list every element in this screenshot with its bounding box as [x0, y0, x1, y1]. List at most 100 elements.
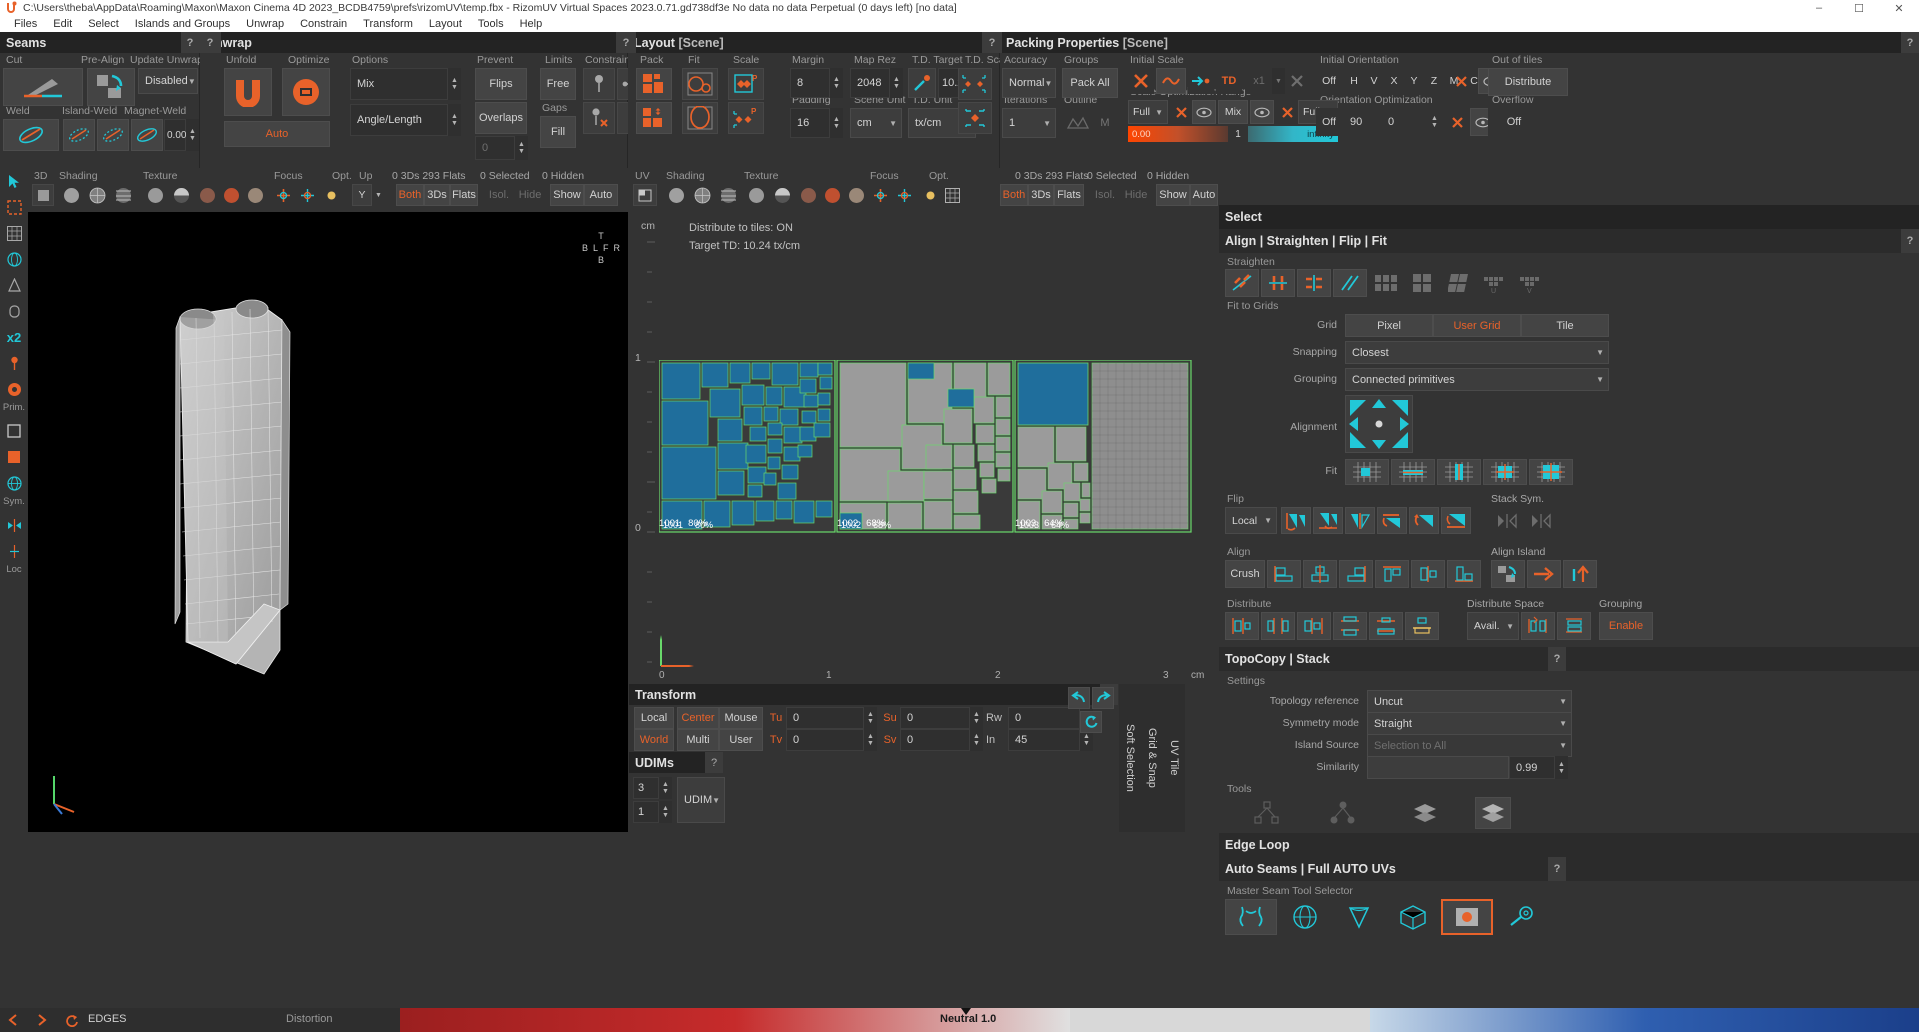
- seam-tool-organic-button[interactable]: [1225, 899, 1277, 935]
- texture-alt-icon[interactable]: [244, 184, 266, 206]
- outline-m-button[interactable]: M: [1094, 108, 1116, 138]
- padding-value[interactable]: 16: [790, 108, 830, 138]
- snapping-select[interactable]: Closest ▼: [1345, 341, 1609, 364]
- viewport-uv[interactable]: cm Distribute to tiles: ON Target TD: 10…: [629, 212, 1218, 682]
- unwrap-help-button[interactable]: ?: [199, 32, 221, 53]
- transform-su-value[interactable]: 0: [900, 707, 970, 729]
- stack-layers-icon[interactable]: [1407, 797, 1443, 829]
- fit-horizontal-button[interactable]: [1391, 459, 1435, 485]
- scene-unit-select[interactable]: cm ▼: [850, 108, 902, 138]
- distribute-middle-button[interactable]: [1369, 612, 1403, 640]
- menu-transform[interactable]: Transform: [355, 18, 421, 30]
- flip-v-button[interactable]: [1313, 507, 1343, 534]
- transform-tu-stepper[interactable]: ▲ ▼: [864, 707, 877, 729]
- auto-unwrap-button[interactable]: Auto: [224, 121, 330, 147]
- view-label-r[interactable]: R: [614, 242, 621, 254]
- flip-h-button[interactable]: [1281, 507, 1311, 534]
- td-pick-button[interactable]: [908, 68, 936, 98]
- orientation-axis-x[interactable]: X: [1384, 68, 1404, 94]
- straighten-v-button[interactable]: V: [1513, 269, 1547, 297]
- view3d-mode-button[interactable]: [32, 184, 54, 206]
- iterations-select[interactable]: 1 ▼: [1002, 108, 1056, 138]
- overflow-value-button[interactable]: Off: [1488, 108, 1540, 136]
- uv-grid-icon[interactable]: [941, 184, 963, 206]
- range-left-eye-button[interactable]: [1192, 100, 1216, 124]
- uv-toggle-flats[interactable]: Flats: [1054, 184, 1084, 206]
- orient-opt-clear-button[interactable]: [1446, 108, 1468, 136]
- stack-sym-right-button[interactable]: [1525, 507, 1557, 534]
- shading-checker-icon[interactable]: [112, 184, 134, 206]
- align-right-button[interactable]: [1339, 560, 1373, 588]
- seam-tool-selected-button[interactable]: [1441, 899, 1493, 935]
- view3d-auto-button[interactable]: Auto: [584, 184, 618, 206]
- fit-center-button[interactable]: [1345, 459, 1389, 485]
- up-axis-value[interactable]: Y: [352, 184, 372, 206]
- constraint-pin-remove-button[interactable]: [583, 102, 615, 134]
- flip-space-select[interactable]: Local ▼: [1225, 507, 1277, 534]
- flip-rot-cw-button[interactable]: [1377, 507, 1407, 534]
- layout-help-button[interactable]: ?: [616, 32, 636, 53]
- shading-flat-icon[interactable]: [60, 184, 82, 206]
- fit-circles-button[interactable]: [682, 68, 718, 100]
- distribute-top-button[interactable]: [1333, 612, 1367, 640]
- cut-tool-button[interactable]: [3, 68, 83, 106]
- topocopy-tree-filled-icon[interactable]: [1325, 797, 1361, 829]
- grid-select-icon[interactable]: [0, 220, 28, 246]
- grouping-enable-button[interactable]: Enable: [1599, 612, 1653, 640]
- prim-square-icon[interactable]: [0, 418, 28, 444]
- udim-u-value[interactable]: 3: [633, 777, 659, 799]
- range-left-clear-button[interactable]: [1170, 100, 1192, 124]
- menu-select[interactable]: Select: [80, 18, 127, 30]
- straighten-grid4-button[interactable]: [1405, 269, 1439, 297]
- pack-all-button[interactable]: Pack All: [1062, 68, 1118, 98]
- view-label-f[interactable]: F: [603, 242, 609, 254]
- grid-option-tile[interactable]: Tile: [1521, 314, 1609, 337]
- udim-mode-select[interactable]: UDIM ▼: [677, 777, 725, 823]
- rect-select-icon[interactable]: [0, 194, 28, 220]
- minimize-button[interactable]: –: [1799, 2, 1839, 15]
- tab-grid-snap[interactable]: Grid & Snap: [1141, 684, 1163, 832]
- uv-focus-all-icon[interactable]: [869, 184, 891, 206]
- weld-button[interactable]: [3, 119, 59, 151]
- menu-layout[interactable]: Layout: [421, 18, 470, 30]
- status-nav-left-icon[interactable]: [0, 1008, 28, 1032]
- view3d-toggle-flats[interactable]: Flats: [450, 184, 478, 206]
- straighten-parallel-button[interactable]: [1333, 269, 1367, 297]
- menu-edit[interactable]: Edit: [45, 18, 80, 30]
- straighten-free-button[interactable]: [1225, 269, 1259, 297]
- range-min-slider[interactable]: 0.00: [1128, 126, 1228, 142]
- align-top-button[interactable]: [1375, 560, 1409, 588]
- optimize-button[interactable]: [282, 68, 330, 116]
- distortion-histogram-mid[interactable]: [1070, 1008, 1370, 1032]
- focus-selection-icon[interactable]: [296, 184, 318, 206]
- opt-icon[interactable]: [320, 184, 342, 206]
- tab-soft-selection[interactable]: Soft Selection: [1119, 684, 1141, 832]
- align-help-button[interactable]: ?: [1901, 229, 1919, 253]
- align-island-up-button[interactable]: [1563, 560, 1597, 588]
- udim-v-value[interactable]: 1: [633, 801, 659, 823]
- seam-tool-pipe-button[interactable]: [1495, 899, 1547, 935]
- view-orientation-widget[interactable]: T B L F R B: [582, 230, 620, 266]
- options-mix-stepper[interactable]: ▲ ▼: [448, 68, 461, 100]
- straighten-grid3-button[interactable]: [1369, 269, 1403, 297]
- accuracy-select[interactable]: Normal ▼: [1002, 68, 1056, 98]
- range-left-select[interactable]: Full ▼: [1128, 100, 1168, 124]
- right-panel-help-button[interactable]: ?: [1901, 32, 1919, 53]
- orientation-axis-h[interactable]: H: [1344, 68, 1364, 94]
- pack-button[interactable]: [636, 68, 672, 100]
- magnet-weld-button[interactable]: [131, 119, 163, 151]
- options-mix-field[interactable]: Mix: [350, 68, 448, 100]
- uv-texture-uv-icon[interactable]: [797, 184, 819, 206]
- transform-tu-value[interactable]: 0: [786, 707, 864, 729]
- update-unwrap-select[interactable]: Disabled ▼: [138, 68, 198, 94]
- menu-constrain[interactable]: Constrain: [292, 18, 355, 30]
- scale-fit-p-button[interactable]: P: [728, 68, 764, 100]
- viewport-3d[interactable]: T B L F R B: [28, 212, 628, 832]
- view3d-isol-button[interactable]: Isol.: [484, 184, 514, 206]
- unstack-layers-icon[interactable]: [1475, 797, 1511, 829]
- alignment-widget[interactable]: [1345, 395, 1413, 453]
- transform-tv-value[interactable]: 0: [786, 729, 864, 751]
- uv-auto-button[interactable]: Auto: [1190, 184, 1218, 206]
- magnet-weld-value[interactable]: 0.001: [164, 119, 192, 151]
- straighten-vertical-button[interactable]: [1261, 269, 1295, 297]
